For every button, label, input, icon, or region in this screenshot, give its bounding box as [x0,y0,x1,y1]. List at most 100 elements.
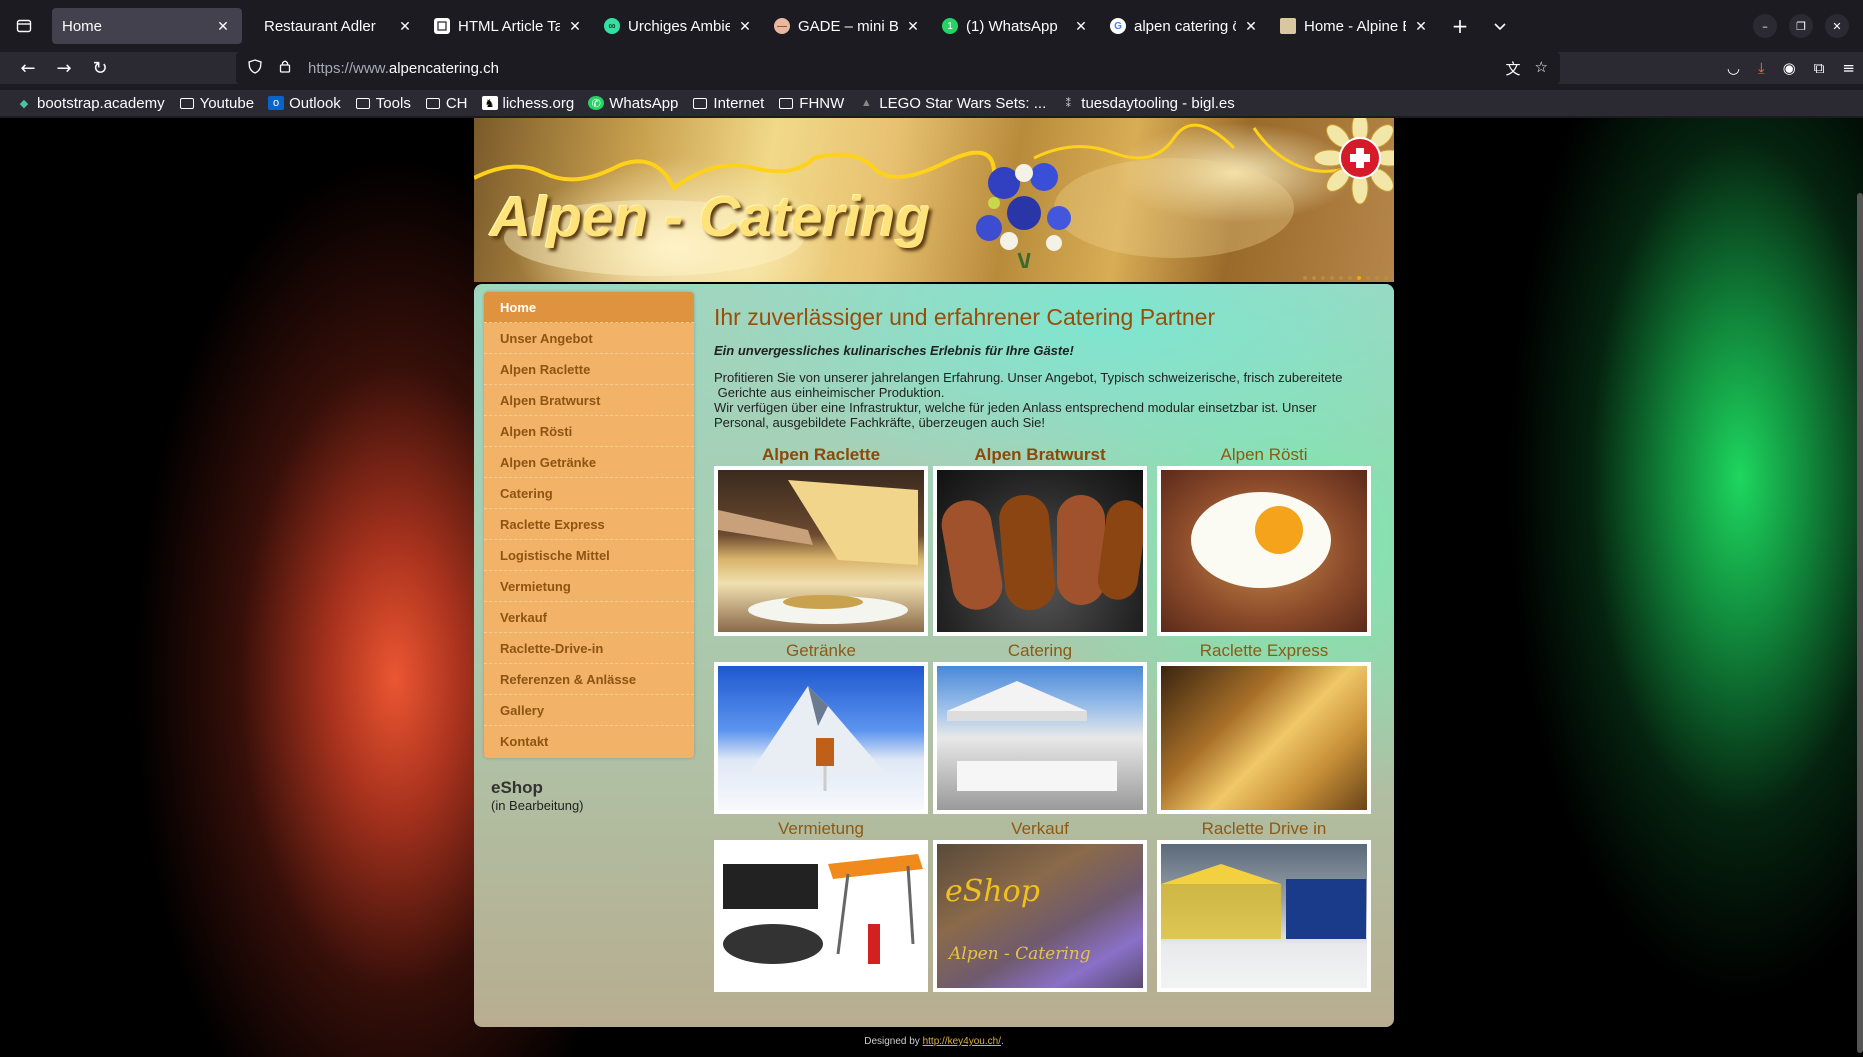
tile-label[interactable]: Raclette Express [1157,641,1371,661]
tab-alpine-elements[interactable]: Home - Alpine Eleme ✕ [1270,8,1440,44]
restore-icon[interactable]: ❐ [1789,14,1813,38]
reload-icon[interactable]: ↻ [82,52,118,84]
slide-dot[interactable] [1339,276,1343,280]
tile-getraenke[interactable]: Getränke [714,641,928,814]
tile-alpen-bratwurst[interactable]: Alpen Bratwurst [933,445,1147,636]
nav-item-raclette-drive-in[interactable]: Raclette-Drive-in [484,633,694,664]
bookmark-item[interactable]: FHNW [778,95,844,112]
tile-label[interactable]: Alpen Raclette [714,445,928,465]
tile-catering[interactable]: Catering [933,641,1147,814]
nav-item-kontakt[interactable]: Kontakt [484,726,694,757]
matterhorn-drink-image[interactable] [718,666,924,810]
bookmark-item[interactable]: o Outlook [268,95,341,112]
tile-raclette-express[interactable]: Raclette Express [1157,641,1371,814]
raclette-image[interactable] [718,470,924,632]
back-arrow-icon[interactable]: ← [10,52,46,84]
minimize-icon[interactable]: – [1753,14,1777,38]
close-tab-icon[interactable]: ✕ [396,18,414,35]
bookmark-star-icon[interactable]: ☆ [1535,58,1548,79]
address-bar[interactable]: https://www.alpencatering.ch 文 ☆ [236,52,1560,84]
tile-label[interactable]: Alpen Rösti [1157,445,1371,465]
tab-home[interactable]: Home ✕ [52,8,242,44]
slide-dot[interactable] [1303,276,1307,280]
slide-dot[interactable] [1366,276,1370,280]
close-window-icon[interactable]: ✕ [1825,14,1849,38]
nav-item-alpen-raclette[interactable]: Alpen Raclette [484,354,694,385]
drive-in-image[interactable] [1161,844,1367,988]
bookmark-item[interactable]: ⁑ tuesdaytooling - bigl.es [1060,95,1235,112]
close-tab-icon[interactable]: ✕ [736,18,754,35]
tile-label[interactable]: Alpen Bratwurst [933,445,1147,465]
tab-list-icon[interactable] [0,0,48,52]
slide-dot[interactable] [1375,276,1379,280]
slide-dot[interactable] [1312,276,1316,280]
eshop-promo-image[interactable]: eShop Alpen - Catering [937,844,1143,988]
nav-item-alpen-getraenke[interactable]: Alpen Getränke [484,447,694,478]
slide-dot-active[interactable] [1357,276,1361,280]
translate-icon[interactable]: 文 [1506,58,1521,79]
eshop-title[interactable]: eShop [491,778,584,798]
tile-label[interactable]: Raclette Drive in [1157,819,1371,839]
nav-item-alpen-roesti[interactable]: Alpen Rösti [484,416,694,447]
bookmark-item[interactable]: Youtube [179,95,254,112]
tile-label[interactable]: Vermietung [714,819,928,839]
nav-item-unser-angebot[interactable]: Unser Angebot [484,323,694,354]
slide-dot[interactable] [1348,276,1352,280]
bookmark-item[interactable]: ▲ LEGO Star Wars Sets: ... [858,95,1046,112]
close-tab-icon[interactable]: ✕ [1412,18,1430,35]
close-tab-icon[interactable]: ✕ [904,18,922,35]
bookmark-item[interactable]: ◆ bootstrap.academy [16,95,165,112]
nav-item-gallery[interactable]: Gallery [484,695,694,726]
lock-icon[interactable] [270,59,300,77]
bookmark-item[interactable]: Tools [355,95,411,112]
close-tab-icon[interactable]: ✕ [214,18,232,35]
nav-item-home[interactable]: Home [484,292,694,323]
nav-item-alpen-bratwurst[interactable]: Alpen Bratwurst [484,385,694,416]
tile-alpen-roesti[interactable]: Alpen Rösti [1157,445,1371,636]
pocket-icon[interactable]: ◡ [1727,59,1740,77]
nav-item-vermietung[interactable]: Vermietung [484,571,694,602]
nav-item-raclette-express[interactable]: Raclette Express [484,509,694,540]
forward-arrow-icon[interactable]: → [46,52,82,84]
tile-label[interactable]: Getränke [714,641,928,661]
catering-tent-image[interactable] [937,666,1143,810]
bookmark-item[interactable]: ✆ WhatsApp [588,95,678,112]
bratwurst-image[interactable] [937,470,1143,632]
tab-gade[interactable]: — GADE – mini Beiz ✕ [764,8,932,44]
nav-item-referenzen[interactable]: Referenzen & Anlässe [484,664,694,695]
download-icon[interactable]: ⤓ [1758,59,1765,77]
tile-label[interactable]: Verkauf [933,819,1147,839]
tab-restaurant-adler[interactable]: Restaurant Adler ✕ [254,8,424,44]
close-tab-icon[interactable]: ✕ [566,18,584,35]
tile-verkauf[interactable]: Verkauf eShop Alpen - Catering [933,819,1147,992]
close-tab-icon[interactable]: ✕ [1072,18,1090,35]
hamburger-menu-icon[interactable]: ≡ [1842,59,1855,77]
new-tab-plus-icon[interactable]: + [1440,0,1480,52]
slide-dot[interactable] [1330,276,1334,280]
slide-dot[interactable] [1321,276,1325,280]
tab-whatsapp[interactable]: 1 (1) WhatsApp ✕ [932,8,1100,44]
tile-label[interactable]: Catering [933,641,1147,661]
nav-item-logistische-mittel[interactable]: Logistische Mittel [484,540,694,571]
slide-dot[interactable] [1384,276,1388,280]
account-icon[interactable]: ◉ [1783,59,1796,77]
bookmark-item[interactable]: CH [425,95,468,112]
rental-equipment-image[interactable] [718,844,924,988]
tile-alpen-raclette[interactable]: Alpen Raclette [714,445,928,636]
bookmark-item[interactable]: ♞ lichess.org [481,95,574,112]
tile-vermietung[interactable]: Vermietung [714,819,928,992]
nav-item-verkauf[interactable]: Verkauf [484,602,694,633]
nav-item-catering[interactable]: Catering [484,478,694,509]
raclette-express-image[interactable] [1161,666,1367,810]
roesti-image[interactable] [1161,470,1367,632]
tab-html-article[interactable]: HTML Article Tag Usa ✕ [424,8,594,44]
tab-google-search[interactable]: G alpen catering österr ✕ [1100,8,1270,44]
extensions-icon[interactable]: ⧉ [1814,59,1825,77]
tab-urchiges-ambiente[interactable]: ∞ Urchiges Ambiente m ✕ [594,8,764,44]
close-tab-icon[interactable]: ✕ [1242,18,1260,35]
scrollbar[interactable] [1857,193,1863,1053]
bookmark-item[interactable]: Internet [692,95,764,112]
chevron-down-icon[interactable] [1480,0,1520,52]
footer-link[interactable]: http://key4you.ch/ [923,1036,1001,1047]
shield-icon[interactable] [240,58,270,78]
